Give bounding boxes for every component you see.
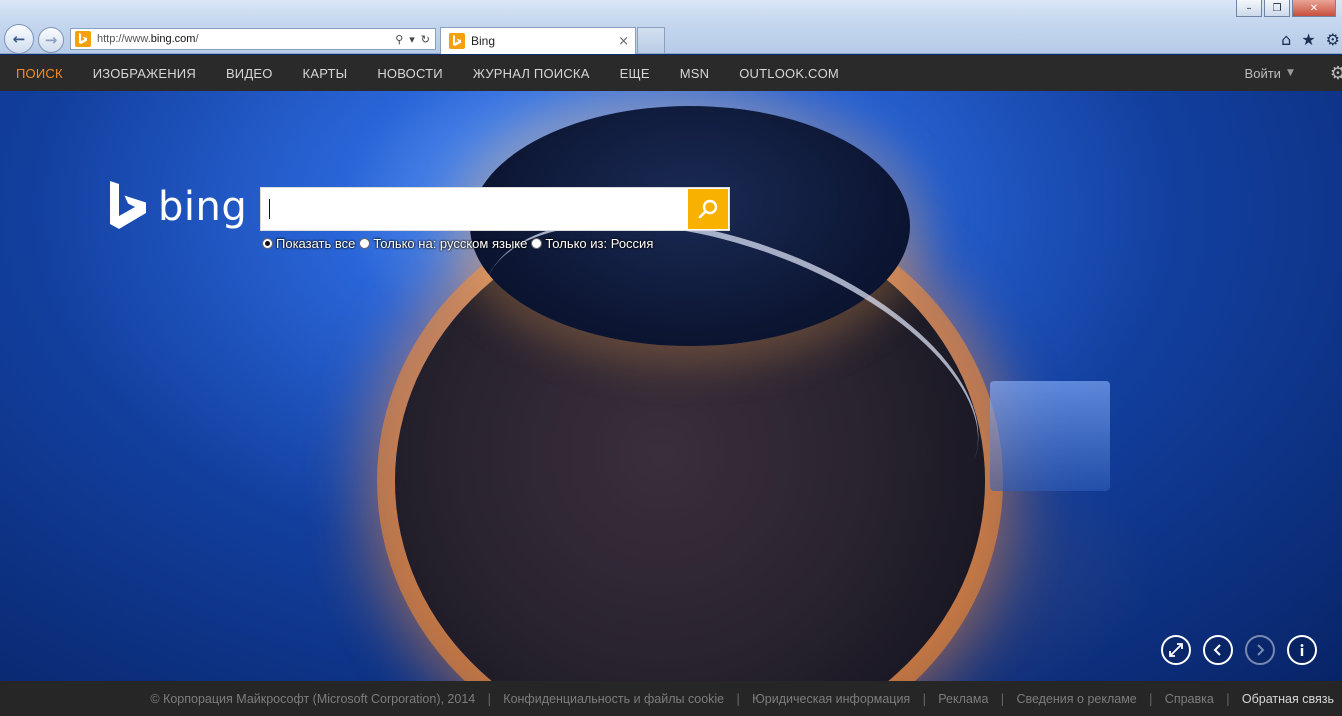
- nav-maps[interactable]: КАРТЫ: [303, 66, 348, 81]
- scope-option-all[interactable]: Показать все: [262, 236, 355, 251]
- back-button[interactable]: ←: [4, 24, 34, 54]
- footer-link-about-ads[interactable]: Сведения о рекламе: [1016, 692, 1136, 706]
- refresh-icon[interactable]: ↻: [421, 33, 430, 46]
- nav-search[interactable]: ПОИСК: [16, 66, 63, 81]
- scope-label: Показать все: [276, 236, 356, 251]
- bing-logo-icon: [110, 181, 146, 229]
- hero-controls: [1161, 635, 1317, 665]
- restore-button[interactable]: ❐: [1264, 0, 1290, 17]
- settings-gear-icon[interactable]: ⚙: [1330, 63, 1342, 84]
- nav-outlook[interactable]: OUTLOOK.COM: [739, 66, 839, 81]
- radio-button[interactable]: [359, 238, 371, 249]
- search-box: [260, 187, 730, 231]
- fullscreen-button[interactable]: [1161, 635, 1191, 665]
- footer: © Корпорация Майкрософт (Microsoft Corpo…: [0, 681, 1342, 716]
- footer-link-feedback[interactable]: Обратная связь: [1242, 692, 1334, 706]
- nav-images[interactable]: ИЗОБРАЖЕНИЯ: [93, 66, 196, 81]
- footer-link-legal[interactable]: Юридическая информация: [752, 692, 910, 706]
- previous-image-button[interactable]: [1203, 635, 1233, 665]
- hero-background-image: [0, 91, 1342, 681]
- scope-label: Только из: Россия: [545, 236, 654, 251]
- home-icon[interactable]: ⌂: [1281, 30, 1291, 49]
- arrow-left-icon: ←: [12, 30, 26, 48]
- minimize-button[interactable]: –: [1236, 0, 1262, 17]
- footer-link-advertise[interactable]: Реклама: [938, 692, 988, 706]
- scope-option-russian[interactable]: Только на: русском языке: [359, 236, 527, 251]
- nav-more[interactable]: ЕЩЕ: [620, 66, 650, 81]
- bing-logo[interactable]: bing: [108, 181, 247, 233]
- footer-separator: |: [1225, 691, 1230, 706]
- favorites-star-icon[interactable]: ★: [1301, 30, 1315, 49]
- forward-button[interactable]: →: [38, 27, 64, 53]
- dropdown-icon[interactable]: ▾: [409, 33, 415, 46]
- tab-title: Bing: [471, 34, 496, 48]
- expand-icon: [1169, 643, 1183, 657]
- footer-separator: |: [1000, 691, 1005, 706]
- top-navigation: ПОИСК ИЗОБРАЖЕНИЯ ВИДЕО КАРТЫ НОВОСТИ ЖУ…: [0, 55, 1342, 91]
- footer-separator: |: [1148, 691, 1153, 706]
- nav-search-history[interactable]: ЖУРНАЛ ПОИСКА: [473, 66, 590, 81]
- footer-separator: |: [922, 691, 927, 706]
- magnifier-icon: [698, 199, 718, 219]
- address-bar[interactable]: http://www.bing.com/ ⚲ ▾ ↻: [70, 28, 436, 50]
- tab-bing[interactable]: Bing ×: [440, 27, 636, 54]
- next-image-button[interactable]: [1245, 635, 1275, 665]
- signin-link[interactable]: Войти: [1245, 66, 1281, 81]
- info-button[interactable]: [1287, 635, 1317, 665]
- footer-separator: |: [487, 691, 492, 706]
- footer-copyright: © Корпорация Майкрософт (Microsoft Corpo…: [150, 691, 476, 706]
- info-icon: [1300, 644, 1304, 656]
- radio-button[interactable]: [262, 238, 273, 249]
- text-cursor: [269, 199, 270, 219]
- search-icon[interactable]: ⚲: [395, 33, 403, 46]
- radio-button[interactable]: [531, 238, 543, 249]
- arrow-right-icon: →: [44, 31, 58, 49]
- tab-close-icon[interactable]: ×: [618, 34, 629, 49]
- nav-msn[interactable]: MSN: [680, 66, 710, 81]
- bing-favicon-icon: [75, 31, 91, 47]
- browser-toolbar: ⌂ ★ ⚙: [1281, 30, 1342, 49]
- bing-favicon-icon: [449, 33, 465, 49]
- nav-news[interactable]: НОВОСТИ: [377, 66, 443, 81]
- chevron-down-icon[interactable]: ▼: [1287, 68, 1294, 78]
- search-input[interactable]: [261, 188, 688, 230]
- close-window-button[interactable]: ✕: [1292, 0, 1336, 17]
- window-controls: – ❐ ✕: [1236, 0, 1336, 17]
- nav-video[interactable]: ВИДЕО: [226, 66, 273, 81]
- chevron-right-icon: [1257, 644, 1265, 656]
- scope-label: Только на: русском языке: [373, 236, 528, 251]
- hero-building: [990, 381, 1110, 491]
- footer-link-privacy[interactable]: Конфиденциальность и файлы cookie: [503, 692, 724, 706]
- new-tab-button[interactable]: [637, 27, 665, 53]
- tools-gear-icon[interactable]: ⚙: [1326, 30, 1340, 49]
- logo-text: bing: [158, 184, 248, 230]
- footer-link-help[interactable]: Справка: [1165, 692, 1214, 706]
- search-scope: Показать все Только на: русском языке То…: [262, 236, 657, 251]
- footer-separator: |: [736, 691, 741, 706]
- browser-chrome: ← → http://www.bing.com/ ⚲ ▾ ↻ Bing × – …: [0, 0, 1342, 54]
- search-button[interactable]: [688, 189, 728, 229]
- url-text: http://www.bing.com/: [97, 33, 199, 45]
- scope-option-russia[interactable]: Только из: Россия: [531, 236, 653, 251]
- chevron-left-icon: [1213, 644, 1221, 656]
